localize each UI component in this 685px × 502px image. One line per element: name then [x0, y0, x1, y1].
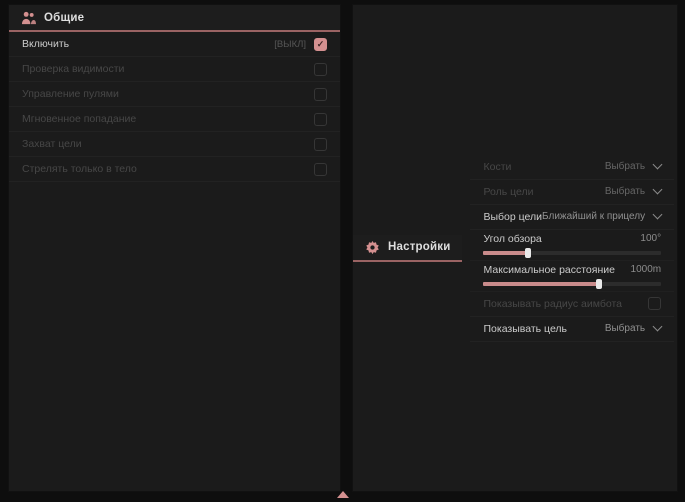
row-label: Стрелять только в тело: [22, 163, 137, 175]
settings-row: Показывать радиус аимбота: [470, 292, 674, 317]
row-right: Выбрать: [605, 186, 661, 197]
row-right: Выбрать: [605, 161, 661, 172]
slider-fill: [483, 251, 527, 255]
settings-row: Роль цели Выбрать: [470, 180, 674, 205]
general-panel: Общие Включить [ВЫКЛ] ✓ Проверка видимости У…: [8, 4, 341, 492]
slider-row-top: Угол обзора 100°: [483, 233, 661, 245]
checkbox[interactable]: [314, 63, 327, 76]
chevron-down-icon: [653, 210, 663, 220]
cheat-menu-screen: Общие Включить [ВЫКЛ] ✓ Проверка видимости У…: [0, 0, 685, 502]
row-label: Показывать радиус аимбота: [483, 298, 622, 310]
checkbox[interactable]: [314, 163, 327, 176]
settings-rows: Кости Выбрать Роль цели Выбрать Выбор целиБл…: [470, 155, 674, 342]
settings-row: Проверка видимости: [9, 57, 340, 82]
dropdown[interactable]: Выбрать: [605, 186, 661, 197]
checkbox[interactable]: [314, 113, 327, 126]
settings-row: Максимальное расстояние 1000m: [470, 261, 674, 292]
row-right: Ближайший к прицелу: [542, 211, 661, 222]
row-label: Угол обзора: [483, 233, 541, 245]
settings-row: Выбор целиБлижайший к прицелу: [470, 205, 674, 230]
slider-handle[interactable]: [596, 279, 602, 289]
row-value: 1000m: [631, 264, 662, 275]
row-label: Захват цели: [22, 138, 82, 150]
row-label: Роль цели: [483, 186, 533, 198]
settings-row: Кости Выбрать: [470, 155, 674, 180]
settings-row: Показывать цель Выбрать: [470, 317, 674, 342]
row-value: 100°: [640, 233, 661, 244]
row-right: [314, 163, 327, 176]
row-label: Показывать цель: [483, 323, 567, 335]
row-label: Проверка видимости: [22, 63, 124, 75]
row-label: Включить: [22, 38, 69, 50]
dropdown[interactable]: Выбрать: [605, 323, 661, 334]
settings-row: Включить [ВЫКЛ] ✓: [9, 32, 340, 57]
dropdown[interactable]: Ближайший к прицелу: [542, 211, 661, 222]
row-right: [314, 113, 327, 126]
settings-row: Угол обзора 100°: [470, 230, 674, 261]
settings-row: Мгновенное попадание: [9, 107, 340, 132]
chevron-down-icon: [653, 160, 663, 170]
dropdown-value: Выбрать: [605, 161, 645, 172]
people-icon: [21, 11, 36, 25]
row-right: [ВЫКЛ] ✓: [274, 38, 327, 51]
slider-track[interactable]: [483, 251, 661, 255]
dropdown-value: Ближайший к прицелу: [542, 211, 645, 222]
checkbox[interactable]: [314, 138, 327, 151]
checkbox[interactable]: ✓: [314, 38, 327, 51]
slider-handle[interactable]: [525, 248, 531, 258]
checkbox[interactable]: [648, 297, 661, 310]
settings-row: Стрелять только в тело: [9, 157, 340, 182]
slider-track[interactable]: [483, 282, 661, 286]
settings-panel: Настройки Кости Выбрать Роль цели Выбрать Вы…: [352, 4, 678, 492]
general-panel-header: Общие: [9, 5, 340, 32]
row-right: [314, 63, 327, 76]
settings-row: Захват цели: [9, 132, 340, 157]
settings-row: Управление пулями: [9, 82, 340, 107]
chevron-down-icon: [653, 322, 663, 332]
row-right: [314, 88, 327, 101]
row-label: Мгновенное попадание: [22, 113, 136, 125]
row-right: Выбрать: [605, 323, 661, 334]
row-right: [314, 138, 327, 151]
slider-fill: [483, 282, 598, 286]
row-label: Кости: [483, 161, 511, 173]
row-label: Максимальное расстояние: [483, 264, 614, 276]
row-right: [648, 297, 661, 310]
panel-title: Настройки: [388, 241, 450, 253]
slider-row-top: Максимальное расстояние 1000m: [483, 264, 661, 276]
panel-title: Общие: [44, 12, 84, 24]
dropdown-value: Выбрать: [605, 323, 645, 334]
settings-panel-header: Настройки: [353, 235, 462, 262]
chevron-down-icon: [653, 185, 663, 195]
scroll-up-indicator[interactable]: [337, 491, 349, 498]
dropdown-value: Выбрать: [605, 186, 645, 197]
checkbox[interactable]: [314, 88, 327, 101]
dropdown[interactable]: Выбрать: [605, 161, 661, 172]
row-label: Выбор цели: [483, 211, 542, 223]
gear-icon: [365, 240, 380, 255]
row-label: Управление пулями: [22, 88, 119, 100]
row-value: [ВЫКЛ]: [274, 39, 306, 50]
general-rows: Включить [ВЫКЛ] ✓ Проверка видимости Управле…: [9, 32, 340, 182]
